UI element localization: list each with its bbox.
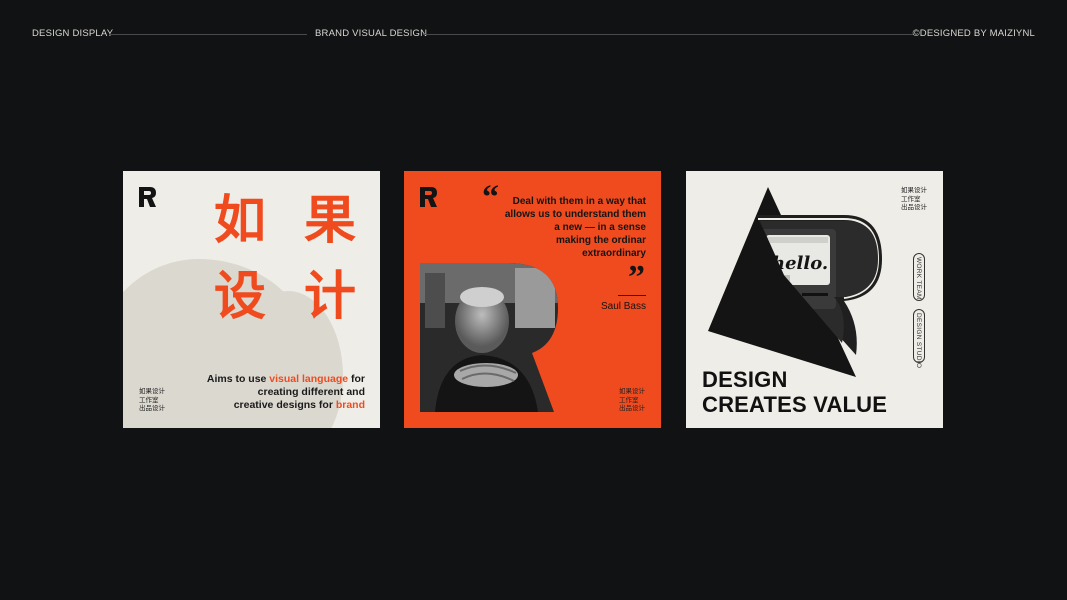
author-rule bbox=[618, 295, 646, 296]
header-right-label: ©DESIGNED BY MAIZIYNL bbox=[912, 28, 1035, 39]
studio-line: 出品设计 bbox=[901, 203, 927, 211]
header-center-label: BRAND VISUAL DESIGN bbox=[315, 28, 428, 39]
header-left-label: DESIGN DISPLAY bbox=[32, 28, 114, 39]
portrait-photo-r-shape bbox=[420, 263, 558, 412]
headline: DESIGN CREATES VALUE bbox=[702, 367, 887, 417]
quote-line: allows us to understand them bbox=[504, 209, 646, 220]
tagline-part: creative designs for bbox=[233, 399, 336, 411]
studio-line: 如果设计 bbox=[139, 387, 165, 395]
chinese-title: 如 果 设 计 bbox=[206, 183, 366, 335]
header-bar: DESIGN DISPLAY BRAND VISUAL DESIGN ©DESI… bbox=[32, 28, 1035, 40]
studio-line: 如果设计 bbox=[619, 387, 645, 395]
poster-card-design-value[interactable]: hello. DESIGN CREATES VALUE 如果设计 工作室 出品设… bbox=[686, 171, 943, 428]
brand-shape-graphic: hello. bbox=[708, 187, 882, 377]
studio-line: 如果设计 bbox=[901, 186, 927, 194]
tagline-highlight: brand bbox=[335, 399, 365, 411]
studio-caption: 如果设计 工作室 出品设计 bbox=[139, 387, 165, 413]
vertical-label-work-team: WORK TEAM bbox=[915, 257, 922, 300]
poster-card-quote[interactable]: “ Deal with them in a way that allows us… bbox=[404, 171, 661, 428]
studio-line: 工作室 bbox=[139, 395, 159, 404]
headline-line: DESIGN bbox=[702, 367, 788, 392]
brand-logo-icon bbox=[420, 187, 437, 207]
tagline-part: Aims to use bbox=[206, 373, 270, 385]
quote-line: a new — in a sense bbox=[554, 222, 646, 233]
tagline-part: for bbox=[348, 373, 365, 385]
quote-text: Deal with them in a way that allows us t… bbox=[476, 195, 646, 260]
title-line-2: 设 计 bbox=[213, 267, 366, 327]
close-quote-mark: ” bbox=[628, 259, 645, 296]
brand-logo-icon bbox=[139, 187, 156, 207]
vertical-label-design-studio: DESIGN STUDIO bbox=[915, 313, 922, 369]
studio-line: 出品设计 bbox=[619, 404, 645, 412]
header-divider-right bbox=[423, 34, 914, 35]
tagline-line: creating different and bbox=[257, 386, 365, 398]
studio-line: 工作室 bbox=[901, 194, 921, 203]
studio-caption: 如果设计 工作室 出品设计 bbox=[901, 186, 927, 212]
screen-hello-text: hello. bbox=[772, 253, 828, 274]
tagline-highlight: visual language bbox=[269, 373, 349, 385]
quote-line: making the ordinar bbox=[555, 235, 646, 246]
studio-line: 出品设计 bbox=[139, 404, 165, 412]
headline-line: CREATES VALUE bbox=[702, 392, 888, 417]
quote-line: Deal with them in a way that bbox=[512, 196, 646, 207]
studio-line: 工作室 bbox=[619, 395, 639, 404]
header-divider-left bbox=[109, 34, 307, 35]
poster-card-chinese-title[interactable]: 如 果 设 计 如果设计 工作室 出品设计 Aims to use visual… bbox=[123, 171, 380, 428]
tagline-text: Aims to use visual language for creating… bbox=[165, 373, 365, 412]
quote-author: Saul Bass bbox=[600, 301, 646, 312]
quote-line: extraordinary bbox=[582, 248, 646, 259]
studio-caption: 如果设计 工作室 出品设计 bbox=[619, 387, 645, 413]
title-line-1: 如 果 bbox=[213, 191, 366, 251]
